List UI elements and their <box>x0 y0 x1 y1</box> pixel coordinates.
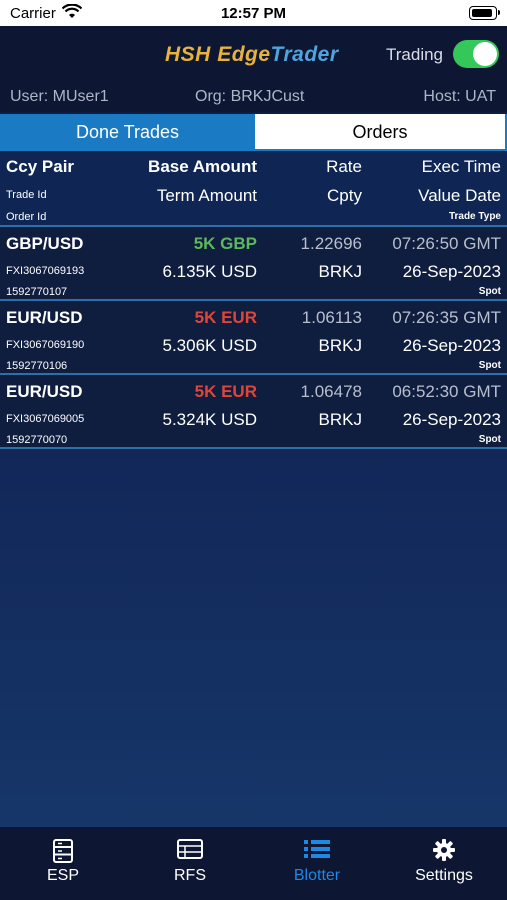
exec-time: 07:26:35 GMT <box>392 308 501 327</box>
header-exec-time: Exec Time <box>421 157 501 176</box>
session-info: User: MUser1 Org: BRKJCust Host: UAT <box>0 84 507 112</box>
tab-rfs-label: RFS <box>174 867 206 884</box>
tab-esp-label: ESP <box>46 867 79 884</box>
exec-time: 07:26:50 GMT <box>392 234 501 253</box>
user-label: User: MUser1 <box>10 88 109 105</box>
value-date: 26-Sep-2023 <box>402 262 501 281</box>
trade-type: Spot <box>478 286 501 297</box>
trade-id: FXI3067069193 <box>6 265 85 277</box>
base-amount: 5K EUR <box>194 308 257 327</box>
header-order-id: Order Id <box>6 211 47 223</box>
list-icon <box>304 840 330 858</box>
header-trade-id: Trade Id <box>6 189 47 201</box>
base-amount: 5K GBP <box>193 234 257 253</box>
trade-row[interactable]: EUR/USD 5K EUR 1.06113 07:26:35 GMT FXI3… <box>0 299 507 373</box>
tab-blotter-label: Blotter <box>293 867 341 884</box>
header-cpty: Cpty <box>327 186 362 205</box>
org-label: Org: BRKJCust <box>195 88 305 105</box>
tab-esp[interactable]: ESP <box>0 827 126 900</box>
column-headers: Ccy Pair Base Amount Rate Exec Time Trad… <box>0 151 507 227</box>
trading-toggle[interactable] <box>453 40 499 68</box>
rate: 1.22696 <box>300 234 362 253</box>
tab-done-trades[interactable]: Done Trades <box>0 114 255 151</box>
header-rate: Rate <box>326 157 362 176</box>
rate: 1.06478 <box>300 382 362 401</box>
tab-settings-label: Settings <box>415 867 473 884</box>
value-date: 26-Sep-2023 <box>402 336 501 355</box>
trade-id: FXI3067069005 <box>6 413 85 425</box>
tab-blotter[interactable]: Blotter <box>254 827 380 900</box>
ccy-pair: GBP/USD <box>6 234 84 253</box>
trade-type: Spot <box>478 434 501 445</box>
bottom-tab-bar: ESP RFS Blotter Settings <box>0 827 507 900</box>
order-id: 1592770070 <box>6 434 68 446</box>
trade-row[interactable]: EUR/USD 5K EUR 1.06478 06:52:30 GMT FXI3… <box>0 373 507 449</box>
tab-settings[interactable]: Settings <box>381 827 507 900</box>
trading-label: Trading <box>386 45 444 64</box>
term-amount: 6.135K USD <box>162 262 258 281</box>
value-date: 26-Sep-2023 <box>402 410 501 429</box>
term-amount: 5.306K USD <box>162 336 258 355</box>
tab-orders[interactable]: Orders <box>255 114 507 151</box>
header: HSH EdgeTrader Trading <box>0 26 507 84</box>
cpty: BRKJ <box>318 262 362 281</box>
table-icon <box>177 839 203 859</box>
base-amount: 5K EUR <box>194 382 257 401</box>
exec-time: 06:52:30 GMT <box>392 382 501 401</box>
trade-row[interactable]: GBP/USD 5K GBP 1.22696 07:26:50 GMT FXI3… <box>0 225 507 299</box>
host-label: Host: UAT <box>423 88 496 105</box>
blotter-tabs: Done Trades Orders <box>0 114 507 151</box>
header-ccy-pair: Ccy Pair <box>6 157 75 176</box>
header-value-date: Value Date <box>418 186 501 205</box>
order-id: 1592770106 <box>6 360 68 372</box>
server-icon <box>53 839 73 863</box>
app-screen: HSH EdgeTrader Trading User: MUser1 Org:… <box>0 26 507 900</box>
battery-level <box>472 9 493 17</box>
order-id: 1592770107 <box>6 286 68 298</box>
ccy-pair: EUR/USD <box>6 308 83 327</box>
cpty: BRKJ <box>318 336 362 355</box>
rate: 1.06113 <box>301 308 362 327</box>
trade-id: FXI3067069190 <box>6 339 85 351</box>
cpty: BRKJ <box>318 410 362 429</box>
app-logo: HSH EdgeTrader <box>165 43 339 66</box>
tab-rfs[interactable]: RFS <box>127 827 253 900</box>
clock: 12:57 PM <box>220 5 287 22</box>
header-trade-type: Trade Type <box>448 211 501 222</box>
term-amount: 5.324K USD <box>162 410 258 429</box>
gear-icon <box>433 839 455 861</box>
toggle-knob <box>473 42 497 66</box>
trade-type: Spot <box>478 360 501 371</box>
header-base-amount: Base Amount <box>148 157 257 176</box>
battery-icon <box>469 6 500 20</box>
header-term-amount: Term Amount <box>156 186 257 205</box>
status-bar: Carrier 12:57 PM <box>0 0 507 26</box>
ccy-pair: EUR/USD <box>6 382 83 401</box>
